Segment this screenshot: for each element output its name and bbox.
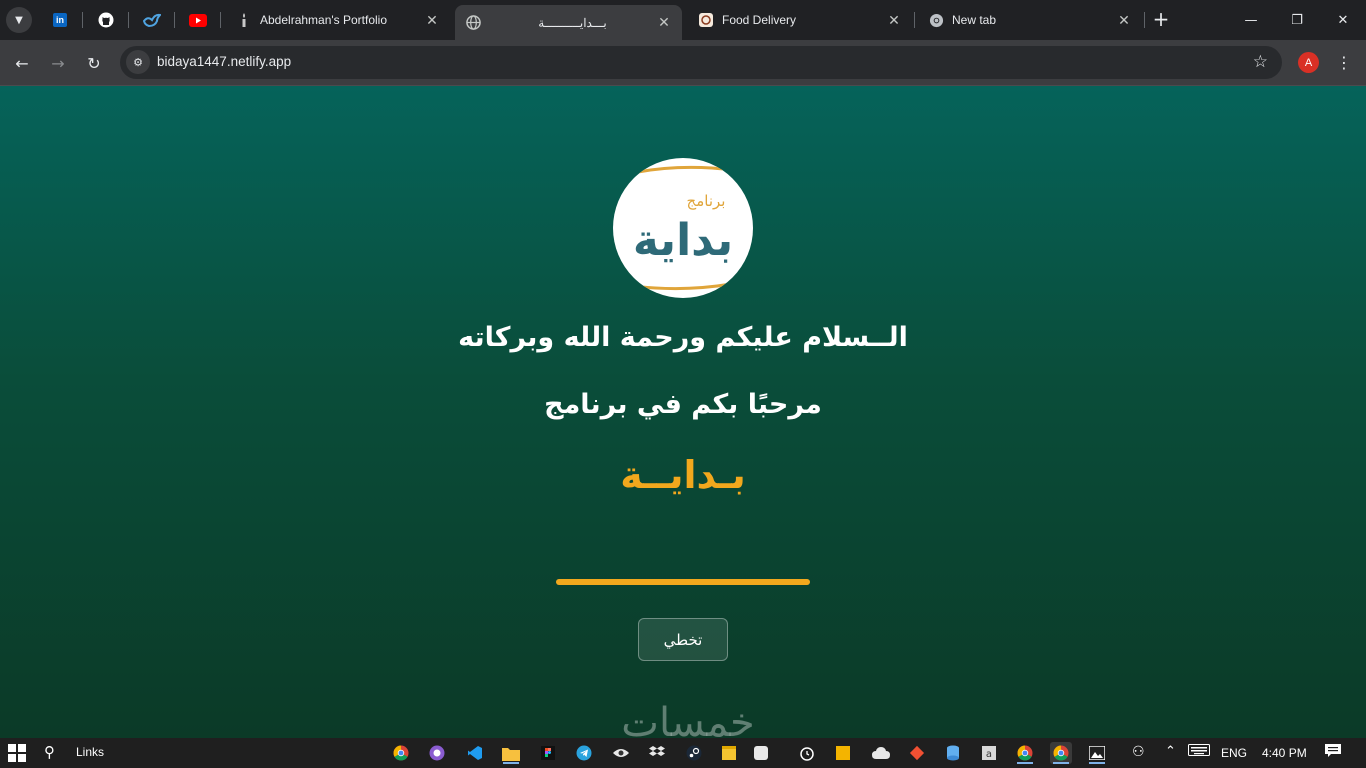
food-icon	[698, 12, 714, 28]
close-icon[interactable]: ✕	[424, 12, 440, 28]
notifications-icon[interactable]	[1325, 744, 1341, 761]
greeting-heading: الــسلام عليكم ورحمة الله وبركاته	[458, 322, 908, 353]
url-text[interactable]: bidaya1447.netlify.app	[157, 54, 291, 69]
db-icon[interactable]	[942, 742, 964, 764]
chrome-icon[interactable]	[390, 742, 412, 764]
pinned-tab-linkedin[interactable]: in	[42, 8, 78, 32]
vscode-icon[interactable]	[464, 742, 486, 764]
github-icon	[98, 12, 114, 28]
progress-fill	[556, 579, 810, 585]
chrome-icon	[928, 12, 944, 28]
tab-strip: ▼ in Abdelrahman's Portfolio ✕ بـــدايــ…	[0, 0, 1366, 40]
chevron-up-icon[interactable]: ⌃	[1165, 743, 1176, 759]
tab-food-delivery[interactable]: Food Delivery ✕	[688, 6, 912, 34]
chrome-active-icon[interactable]	[1050, 742, 1072, 764]
alarm-icon[interactable]	[796, 742, 818, 764]
pinned-tab-github[interactable]	[88, 8, 124, 32]
keyboard-icon[interactable]	[1188, 744, 1210, 759]
windows-start-icon[interactable]	[8, 744, 26, 762]
tab-separator	[914, 12, 915, 28]
profile-avatar[interactable]: A	[1298, 52, 1319, 73]
app-icon[interactable]	[750, 742, 772, 764]
browser-menu-icon[interactable]: ⋮	[1336, 52, 1352, 74]
skip-button[interactable]: تخطي	[638, 618, 728, 661]
sticky-notes-icon[interactable]	[832, 742, 854, 764]
tab-search-chevron-icon[interactable]: ▼	[6, 7, 32, 33]
pinned-tab-bird[interactable]	[134, 8, 170, 32]
tab-portfolio[interactable]: Abdelrahman's Portfolio ✕	[226, 6, 450, 34]
photos-icon[interactable]	[1086, 742, 1108, 764]
app-icon[interactable]: a	[978, 742, 1000, 764]
new-tab-button[interactable]: +	[1150, 8, 1172, 30]
logo-big-text: بداية	[633, 215, 733, 266]
tab-title: Abdelrahman's Portfolio	[260, 13, 388, 27]
telegram-icon[interactable]	[573, 742, 595, 764]
figma-icon[interactable]	[537, 742, 559, 764]
close-window-button[interactable]: ✕	[1328, 8, 1358, 32]
restore-button[interactable]: ❐	[1282, 8, 1312, 32]
language-indicator[interactable]: ENG	[1221, 746, 1247, 760]
svg-text:a: a	[986, 749, 992, 760]
bird-icon	[143, 13, 161, 28]
git-icon[interactable]	[906, 742, 928, 764]
browser-toolbar: ← → ↻ ⚙ bidaya1447.netlify.app ☆ A ⋮	[0, 40, 1366, 86]
tab-separator	[82, 12, 83, 28]
loading-progress-bar	[556, 579, 810, 585]
links-toolbar[interactable]: Links	[76, 745, 104, 759]
linkedin-icon: in	[53, 13, 67, 27]
people-icon[interactable]: ⚇	[1132, 743, 1145, 760]
chrome-icon[interactable]	[1014, 742, 1036, 764]
bidaya-logo: برنامج بداية	[613, 158, 753, 298]
candle-icon	[236, 12, 252, 28]
watermark-text: خمسات	[621, 700, 755, 738]
globe-icon	[465, 15, 481, 31]
windows-taskbar: ⚲ Links a ⚇ ⌃ ENG 4:40 PM	[0, 738, 1366, 768]
welcome-heading: مرحبًا بكم في برنامج	[544, 389, 822, 420]
tab-separator	[174, 12, 175, 28]
forward-button[interactable]: →	[45, 50, 71, 76]
logo-small-text: برنامج	[687, 192, 726, 210]
close-icon[interactable]: ✕	[886, 12, 902, 28]
tab-title: Food Delivery	[722, 13, 797, 27]
tab-bidaya[interactable]: بـــدايــــــــــة ✕	[455, 5, 682, 40]
program-name-heading: بـدايــة	[620, 453, 746, 497]
youtube-icon	[189, 13, 207, 27]
pinned-tab-youtube[interactable]	[180, 8, 216, 32]
clock[interactable]: 4:40 PM	[1262, 746, 1307, 760]
site-info-icon[interactable]: ⚙	[126, 50, 150, 74]
search-icon[interactable]: ⚲	[44, 743, 55, 761]
eye-icon[interactable]	[610, 742, 632, 764]
file-explorer-icon[interactable]	[500, 742, 522, 764]
dropbox-icon[interactable]	[646, 742, 668, 764]
tab-title: بـــدايــــــــــة	[538, 15, 607, 30]
steam-icon[interactable]	[683, 742, 705, 764]
tab-separator	[220, 12, 221, 28]
cloud-icon[interactable]	[870, 742, 892, 764]
tab-separator	[1144, 12, 1145, 28]
tab-separator	[128, 12, 129, 28]
minimize-button[interactable]: —	[1236, 8, 1266, 32]
sticky-notes-icon[interactable]	[718, 742, 740, 764]
bookmark-star-icon[interactable]: ☆	[1253, 52, 1268, 72]
address-bar[interactable]: ⚙ bidaya1447.netlify.app ☆	[120, 46, 1282, 79]
close-icon[interactable]: ✕	[656, 14, 672, 31]
github-desktop-icon[interactable]	[426, 742, 448, 764]
back-button[interactable]: ←	[9, 50, 35, 76]
tab-new-tab[interactable]: New tab ✕	[918, 6, 1142, 34]
close-icon[interactable]: ✕	[1116, 12, 1132, 28]
page-content: برنامج بداية الــسلام عليكم ورحمة الله و…	[0, 86, 1366, 738]
tab-title: New tab	[952, 13, 997, 27]
reload-button[interactable]: ↻	[81, 50, 107, 76]
